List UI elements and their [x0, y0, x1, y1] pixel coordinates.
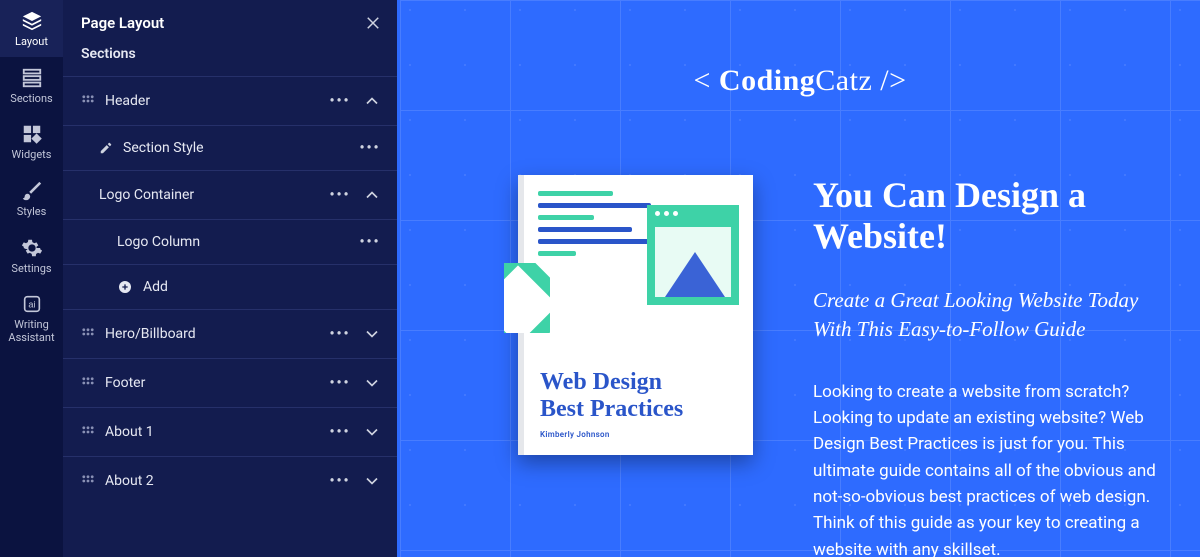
- brand-bold: Coding: [719, 64, 815, 97]
- section-row-about2[interactable]: About 2 •••: [63, 457, 400, 505]
- row-label: Add: [143, 279, 382, 295]
- rail-label: Sections: [0, 93, 63, 106]
- row-logo-column[interactable]: Logo Column •••: [63, 220, 400, 265]
- drag-handle-icon[interactable]: [81, 425, 95, 439]
- more-icon[interactable]: •••: [358, 234, 382, 250]
- section-row-footer[interactable]: Footer •••: [63, 359, 400, 408]
- section-label: About 2: [105, 473, 318, 489]
- more-icon[interactable]: •••: [328, 473, 352, 489]
- section-label: Hero/Billboard: [105, 326, 318, 342]
- section-row-header[interactable]: Header •••: [63, 77, 400, 126]
- row-section-style[interactable]: Section Style •••: [63, 126, 400, 171]
- section-label: Header: [105, 93, 318, 109]
- hero-copy: You Can Design a Website! Create a Great…: [813, 175, 1160, 557]
- widgets-icon: [21, 123, 43, 145]
- rail-item-settings[interactable]: Settings: [0, 227, 63, 284]
- rail-label: Layout: [0, 36, 63, 49]
- close-icon[interactable]: [364, 14, 382, 32]
- panel-subtitle: Sections: [63, 42, 400, 77]
- book-code-lines: [538, 191, 663, 263]
- rail-item-styles[interactable]: Styles: [0, 170, 63, 227]
- plus-circle-icon: [117, 279, 133, 295]
- rail-item-sections[interactable]: Sections: [0, 57, 63, 114]
- brand-prefix: <: [693, 64, 718, 97]
- ai-icon: ai: [21, 293, 43, 315]
- more-icon[interactable]: •••: [328, 375, 352, 391]
- rail-label: Writing: [0, 319, 63, 332]
- section-row-hero[interactable]: Hero/Billboard •••: [63, 310, 400, 359]
- rail-label: Settings: [0, 263, 63, 276]
- rail-item-layout[interactable]: Layout: [0, 0, 63, 57]
- app-rail: Layout Sections Widgets Styles Settings …: [0, 0, 63, 557]
- layout-panel: Page Layout Sections Header ••• Section …: [63, 0, 400, 557]
- gear-icon: [21, 237, 43, 259]
- rail-label-line2: Assistant: [0, 332, 63, 345]
- drag-handle-icon[interactable]: [81, 327, 95, 341]
- row-label: Logo Container: [99, 187, 318, 203]
- book-author: Kimberly Johnson: [540, 430, 610, 439]
- book-cover: Web Design Best Practices Kimberly Johns…: [518, 175, 753, 455]
- more-icon[interactable]: •••: [328, 187, 352, 203]
- row-label: Logo Column: [117, 234, 348, 250]
- book-title-line1: Web Design: [540, 369, 662, 395]
- chevron-down-icon[interactable]: [362, 422, 382, 442]
- svg-text:ai: ai: [28, 300, 35, 310]
- brush-icon: [21, 180, 43, 202]
- panel-header: Page Layout: [63, 0, 400, 42]
- rail-item-widgets[interactable]: Widgets: [0, 113, 63, 170]
- panel-title: Page Layout: [81, 14, 164, 32]
- book-image-placeholder: [647, 205, 739, 305]
- sections-icon: [21, 67, 43, 89]
- pencil-icon: [99, 141, 113, 155]
- more-icon[interactable]: •••: [328, 93, 352, 109]
- row-label: Section Style: [123, 140, 348, 156]
- brand-logo: < CodingCatz />: [400, 64, 1200, 98]
- chevron-up-icon[interactable]: [362, 91, 382, 111]
- hero-body: Looking to create a website from scratch…: [813, 379, 1160, 557]
- chevron-down-icon[interactable]: [362, 471, 382, 491]
- brand-rest: Catz />: [815, 64, 906, 97]
- more-icon[interactable]: •••: [358, 140, 382, 156]
- drag-handle-icon[interactable]: [81, 376, 95, 390]
- hero-subhead: Create a Great Looking Website Today Wit…: [813, 286, 1160, 345]
- section-row-about1[interactable]: About 1 •••: [63, 408, 400, 457]
- book-title-line2: Best Practices: [540, 396, 683, 422]
- book-title: Web Design Best Practices: [540, 369, 733, 423]
- section-label: About 1: [105, 424, 318, 440]
- more-icon[interactable]: •••: [328, 424, 352, 440]
- row-logo-container[interactable]: Logo Container •••: [63, 171, 400, 220]
- drag-handle-icon[interactable]: [81, 474, 95, 488]
- preview-canvas: < CodingCatz /> Web Design Best Practice…: [400, 0, 1200, 557]
- chevron-down-icon[interactable]: [362, 324, 382, 344]
- chevron-down-icon[interactable]: [362, 373, 382, 393]
- row-add[interactable]: Add: [63, 265, 400, 310]
- book-diamond-shape: [504, 263, 550, 333]
- chevron-up-icon[interactable]: [362, 185, 382, 205]
- more-icon[interactable]: •••: [328, 326, 352, 342]
- layers-icon: [21, 10, 43, 32]
- hero-headline: You Can Design a Website!: [813, 175, 1160, 258]
- section-label: Footer: [105, 375, 318, 391]
- rail-label: Styles: [0, 206, 63, 219]
- rail-item-writing-assistant[interactable]: ai Writing Assistant: [0, 283, 63, 352]
- rail-label: Widgets: [0, 149, 63, 162]
- hero-content: Web Design Best Practices Kimberly Johns…: [518, 175, 1160, 557]
- drag-handle-icon[interactable]: [81, 94, 95, 108]
